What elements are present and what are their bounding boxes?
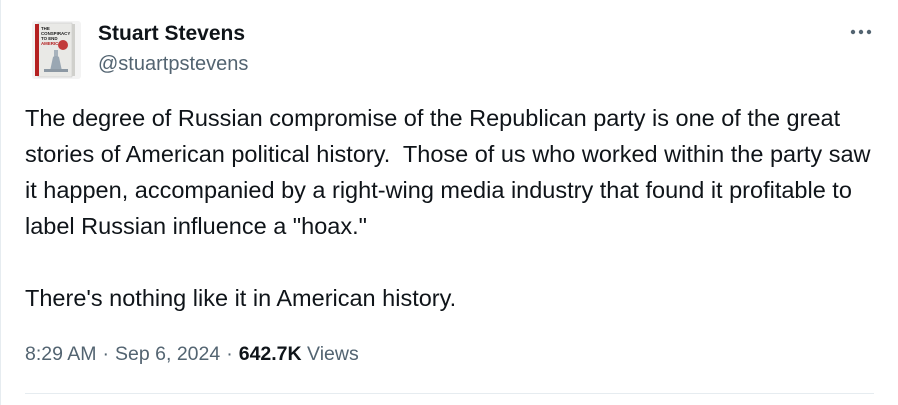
views-count: 642.7K bbox=[238, 343, 302, 365]
tweet-meta: 8:29 AM · Sep 6, 2024 · 642.7K Views bbox=[25, 340, 359, 368]
avatar[interactable]: THE CONSPIRACY TO END AMERICA bbox=[32, 21, 81, 79]
more-horizontal-icon[interactable] bbox=[848, 22, 874, 42]
tweet-time[interactable]: 8:29 AM bbox=[25, 343, 97, 365]
author-names: Stuart Stevens @stuartpstevens bbox=[98, 20, 248, 78]
views-label: Views bbox=[307, 343, 359, 365]
meta-separator: · bbox=[226, 343, 233, 365]
tweet-text-paragraph-2: There's nothing like it in American hist… bbox=[25, 285, 457, 311]
tweet-date[interactable]: Sep 6, 2024 bbox=[115, 343, 220, 365]
tweet-text-paragraph-1: The degree of Russian compromise of the … bbox=[25, 105, 878, 239]
divider bbox=[25, 393, 874, 394]
tweet-header: THE CONSPIRACY TO END AMERICA Stuart Ste… bbox=[25, 14, 878, 84]
author-display-name[interactable]: Stuart Stevens bbox=[98, 20, 248, 48]
tweet-card: THE CONSPIRACY TO END AMERICA Stuart Ste… bbox=[0, 0, 898, 405]
meta-separator: · bbox=[102, 343, 110, 365]
author-handle[interactable]: @stuartpstevens bbox=[98, 50, 248, 78]
book-cover-avatar-image: THE CONSPIRACY TO END AMERICA bbox=[32, 21, 81, 79]
tweet-text: The degree of Russian compromise of the … bbox=[25, 100, 875, 316]
